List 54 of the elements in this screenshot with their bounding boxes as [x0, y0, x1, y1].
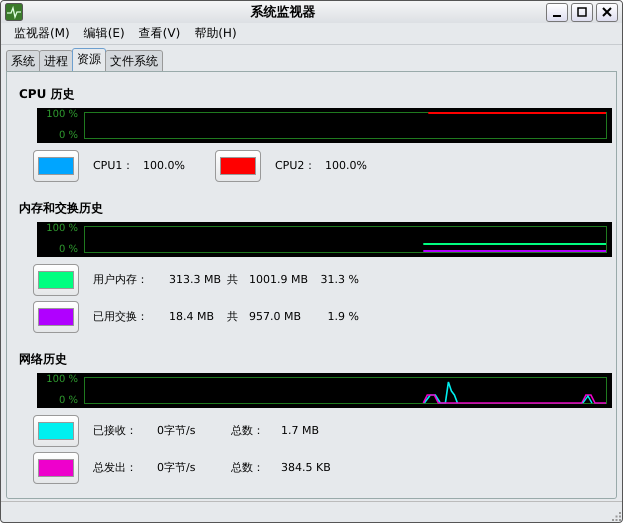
legend-text: 957.0 MB [249, 310, 302, 324]
legend-text: 1.9 % [326, 310, 359, 324]
legend-text: 共 [227, 309, 239, 324]
axis-label: 100 % [46, 108, 78, 121]
menu-item[interactable]: 监视器(M) [7, 24, 77, 42]
legend-text: 用户内存： [93, 272, 149, 288]
tab[interactable]: 进程 [39, 50, 73, 71]
color-picker[interactable] [33, 300, 79, 333]
color-picker[interactable] [33, 150, 79, 182]
legend-text: 313.3 MB [169, 273, 222, 286]
tab[interactable]: 文件系统 [105, 50, 163, 71]
legend-text: 0字节/s [157, 460, 196, 476]
close-icon [602, 7, 612, 18]
resize-grip-icon [610, 510, 622, 522]
menu-item[interactable]: 帮助(H) [187, 24, 244, 42]
axis-label: 0 % [58, 394, 78, 407]
color-picker[interactable] [215, 150, 261, 182]
legend-text: 1.7 MB [281, 424, 320, 438]
legend-text: 31.3 % [320, 273, 359, 286]
legend-text: 已接收： [93, 423, 138, 438]
close-button[interactable] [596, 2, 618, 22]
legend-text: 384.5 KB [281, 461, 332, 474]
legend-text: 1001.9 MB [249, 273, 310, 286]
legend-text: 0字节/s [157, 423, 196, 438]
menu-item[interactable]: 查看(V) [132, 24, 188, 42]
monitor-icon [5, 3, 23, 22]
color-picker[interactable] [33, 414, 79, 447]
minimize-button[interactable] [546, 2, 568, 22]
legend-text: 总数： [231, 460, 265, 476]
axis-label: 100 % [46, 222, 78, 235]
section-title: 内存和交换历史 [19, 200, 104, 217]
window-title: 系统监视器 [250, 4, 316, 22]
axis-label: 100 % [46, 374, 78, 386]
maximize-button[interactable] [571, 2, 593, 22]
axis-label: 0 % [58, 244, 78, 256]
section-title: 网络历史 [19, 350, 68, 368]
legend-text: 总数： [231, 423, 265, 438]
legend-text: CPU1： [93, 158, 134, 174]
menu-item[interactable]: 编辑(E) [76, 24, 132, 42]
tab[interactable]: 资源 [72, 48, 106, 71]
maximize-icon [577, 7, 587, 18]
legend-text: 100.0% [143, 159, 186, 172]
tab[interactable]: 系统 [6, 50, 40, 71]
color-picker[interactable] [33, 452, 79, 484]
legend-text: CPU2： [275, 158, 316, 174]
color-picker[interactable] [33, 264, 79, 296]
legend-text: 共 [227, 272, 239, 288]
legend-text: 已用交换： [93, 309, 149, 324]
legend-text: 100.0% [325, 159, 368, 172]
legend-text: 总发出： [93, 460, 138, 476]
section-title: CPU 历史 [19, 86, 76, 103]
minimize-icon [553, 15, 561, 18]
axis-label: 0 % [58, 130, 78, 142]
legend-text: 18.4 MB [169, 310, 216, 324]
